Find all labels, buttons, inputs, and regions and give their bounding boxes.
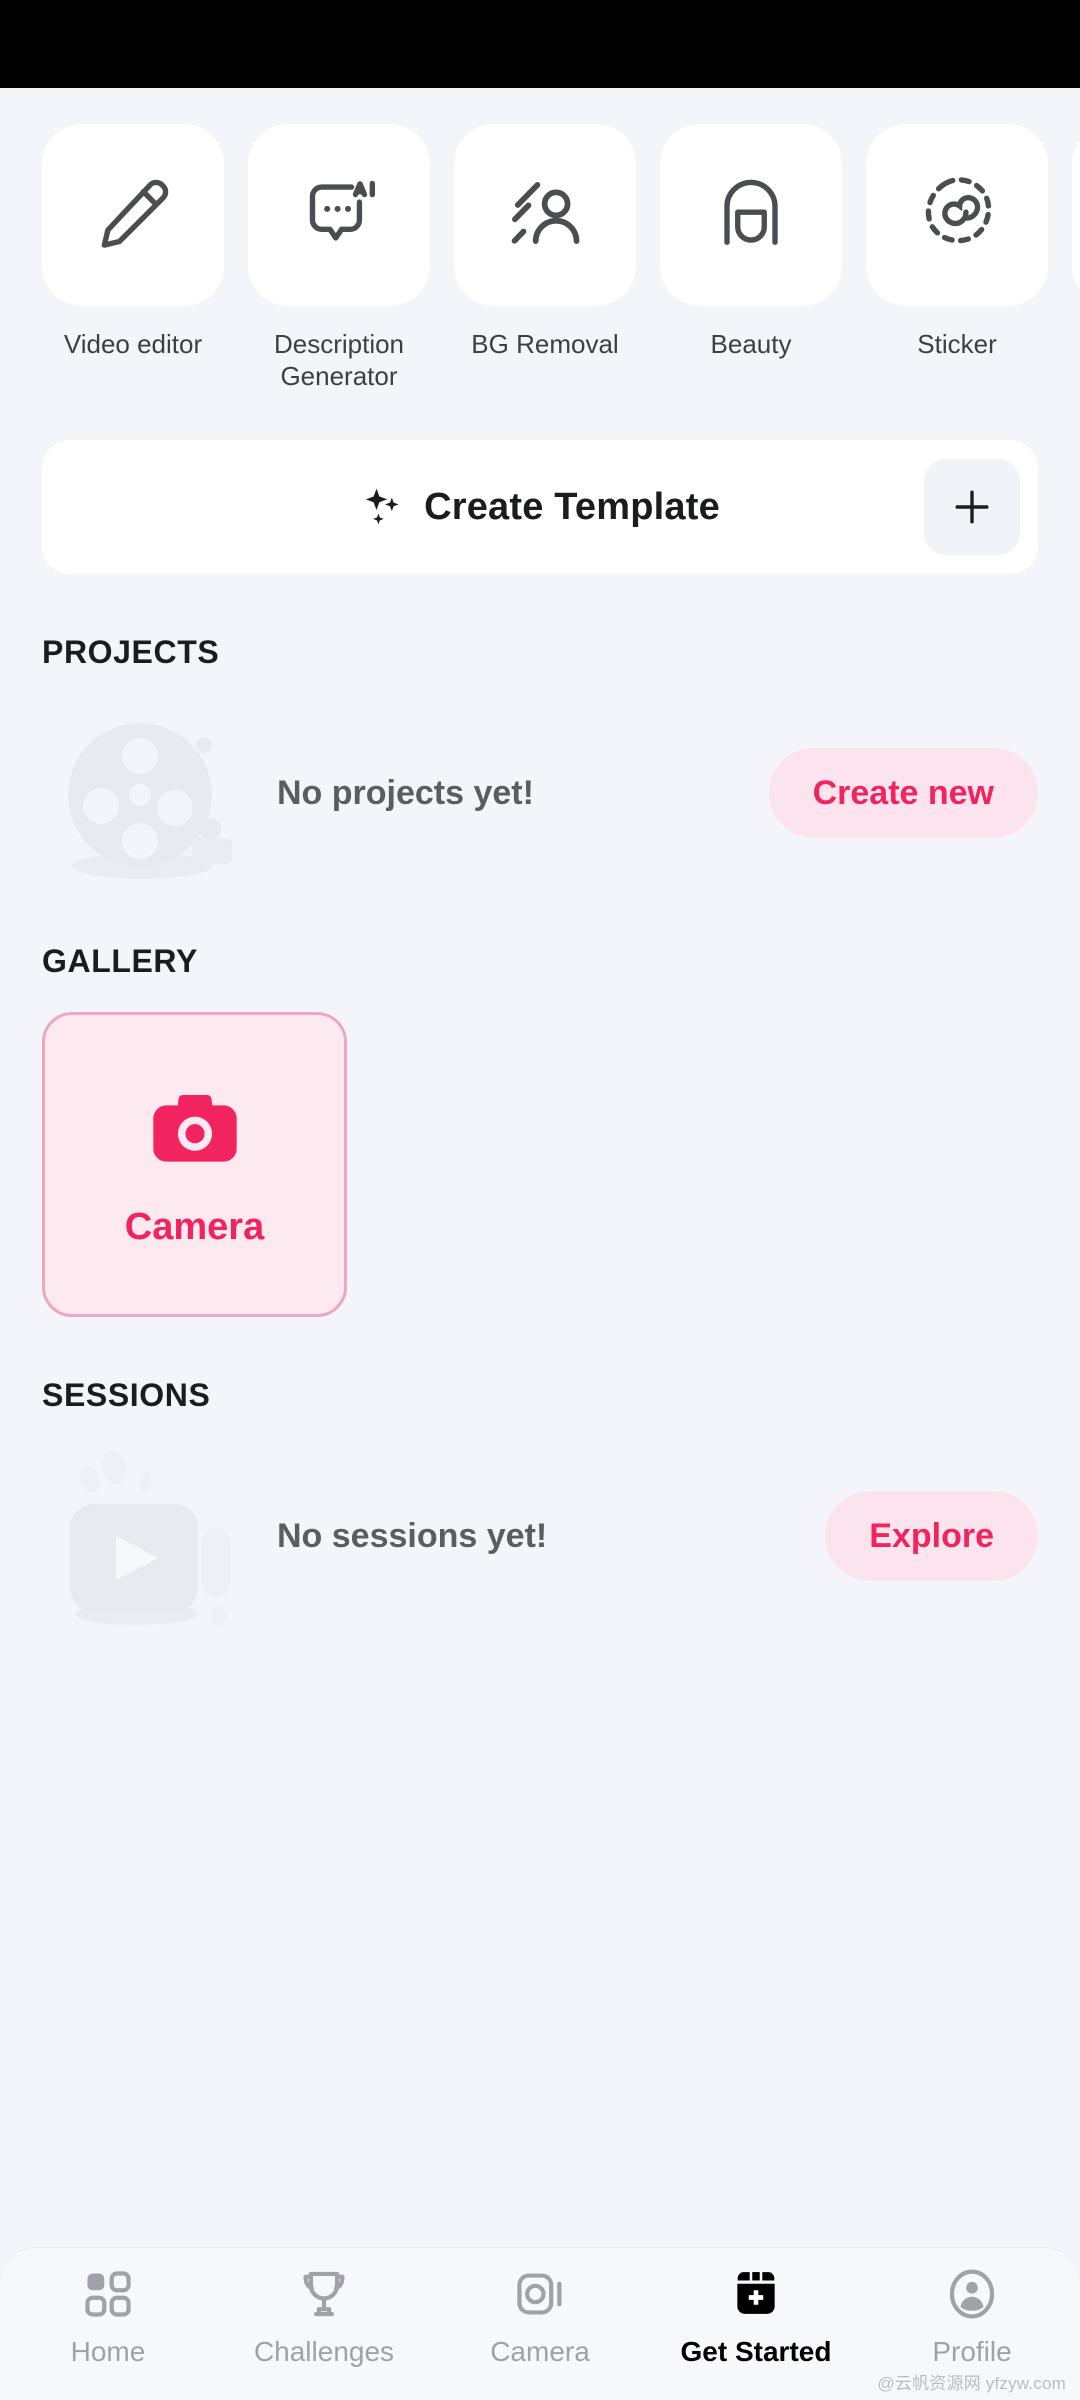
projects-empty-text: No projects yet!	[277, 773, 534, 812]
grid-squares-icon	[80, 2266, 136, 2322]
film-reel-icon	[42, 703, 257, 883]
gallery-section-title: GALLERY	[42, 943, 198, 979]
create-template-label: Create Template	[424, 485, 720, 528]
tool-label-bg-removal: BG Removal	[471, 329, 619, 359]
sessions-empty-row: No sessions yet! Explore	[42, 1446, 1038, 1626]
sticker-dashed-blob-icon	[914, 172, 1000, 258]
create-template-bar[interactable]: Create Template	[42, 440, 1038, 574]
tool-label-sticker: Sticker	[917, 329, 997, 359]
pencil-icon	[90, 172, 176, 258]
tool-label-video-editor: Video editor	[63, 329, 203, 359]
nav-label-get-started: Get Started	[680, 2336, 832, 2367]
nav-label-challenges: Challenges	[253, 2336, 395, 2367]
tool-description-generator[interactable]: Description Generator	[248, 124, 430, 392]
tool-label-beauty: Beauty	[710, 329, 792, 359]
explore-button[interactable]: Explore	[825, 1491, 1038, 1581]
gallery-camera-label: Camera	[124, 1206, 265, 1248]
main-scroll-area: Video editor Description Generator BG Re…	[0, 88, 1080, 2400]
create-new-button[interactable]: Create new	[768, 748, 1038, 838]
tool-tile-sticker[interactable]	[866, 124, 1048, 306]
projects-empty-row: No projects yet! Create new	[42, 703, 1038, 883]
camera-outline-icon	[512, 2266, 568, 2322]
face-beauty-icon	[708, 172, 794, 258]
watermark-text: @云帆资源网 yfzyw.com	[877, 2374, 1066, 2393]
nav-label-camera: Camera	[490, 2336, 590, 2367]
sessions-section-title: SESSIONS	[42, 1377, 211, 1413]
status-bar	[0, 0, 1080, 88]
tools-row[interactable]: Video editor Description Generator BG Re…	[0, 88, 1080, 392]
tool-tile-partial-next[interactable]	[1072, 124, 1080, 306]
trophy-icon	[296, 2266, 352, 2322]
camera-icon	[145, 1080, 245, 1180]
nav-item-profile[interactable]: Profile	[864, 2266, 1080, 2368]
tool-beauty[interactable]: Beauty	[660, 124, 842, 360]
gallery-camera-tile[interactable]: Camera	[42, 1012, 347, 1317]
tool-tile-beauty[interactable]	[660, 124, 842, 306]
person-background-removal-icon	[502, 172, 588, 258]
tool-video-editor[interactable]: Video editor	[42, 124, 224, 360]
sessions-empty-text: No sessions yet!	[277, 1516, 548, 1555]
plus-icon	[948, 483, 996, 531]
ai-chat-bubble-icon	[296, 172, 382, 258]
tool-tile-description-generator[interactable]	[248, 124, 430, 306]
nav-item-get-started[interactable]: Get Started	[648, 2266, 864, 2368]
gallery-grid: Camera	[42, 1012, 1080, 1317]
tool-tile-video-editor[interactable]	[42, 124, 224, 306]
tool-tile-bg-removal[interactable]	[454, 124, 636, 306]
create-template-inner: Create Template	[360, 484, 720, 530]
tool-partial-next[interactable]	[1072, 124, 1080, 328]
nav-item-home[interactable]: Home	[0, 2266, 216, 2368]
tool-label-description-generator: Description Generator	[273, 329, 405, 391]
tool-bg-removal[interactable]: BG Removal	[454, 124, 636, 360]
nav-label-profile: Profile	[932, 2336, 1012, 2367]
add-template-button[interactable]	[924, 459, 1020, 555]
calendar-plus-icon	[728, 2266, 784, 2322]
tool-sticker[interactable]: Sticker	[866, 124, 1048, 360]
projects-section-title: PROJECTS	[42, 634, 220, 670]
nav-label-home: Home	[70, 2336, 146, 2367]
nav-item-camera[interactable]: Camera	[432, 2266, 648, 2368]
sparkles-icon	[360, 484, 406, 530]
nav-item-challenges[interactable]: Challenges	[216, 2266, 432, 2368]
profile-avatar-icon	[944, 2266, 1000, 2322]
video-play-icon	[42, 1446, 257, 1626]
